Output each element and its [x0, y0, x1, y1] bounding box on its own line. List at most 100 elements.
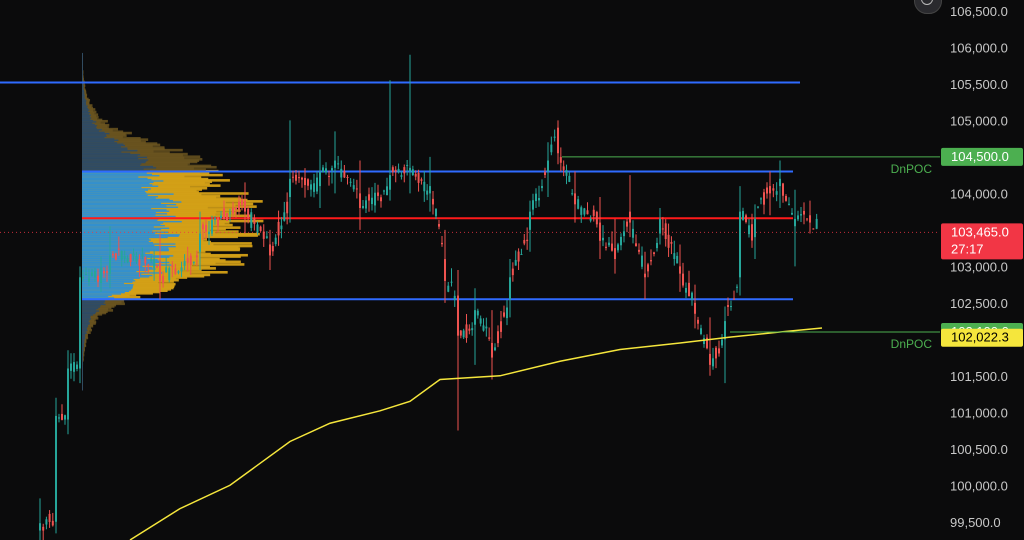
candle-body: [471, 328, 474, 331]
candle-body: [42, 526, 45, 531]
candle-body: [85, 274, 87, 276]
price-tick-label: 104,000.0: [950, 186, 1008, 201]
candle-body: [550, 144, 553, 153]
candle-body: [82, 276, 84, 279]
candle-body: [667, 234, 670, 248]
candle-body: [806, 218, 808, 220]
candle-body: [274, 237, 277, 245]
candle-body: [76, 364, 78, 369]
candle-body: [97, 275, 99, 282]
candle-body: [171, 265, 174, 268]
vwap-polyline: [129, 327, 823, 540]
candle-body: [123, 256, 126, 259]
candle-body: [623, 231, 625, 237]
dnpoc-label: DnPOC: [891, 337, 933, 351]
candle-body: [635, 243, 637, 247]
candle-body: [319, 171, 321, 187]
candle-body: [334, 160, 336, 168]
candle-body: [100, 267, 102, 283]
candle-body: [355, 188, 358, 190]
candle-body: [482, 325, 485, 331]
candle-body: [129, 254, 132, 262]
candle-body: [815, 218, 818, 229]
candle-body: [626, 221, 628, 227]
candle-body: [73, 362, 75, 372]
price-tags: 104,500.0103,465.027:17102,100.0102,022.…: [941, 147, 1023, 347]
candle-body: [313, 183, 315, 192]
price-tick-label: 101,000.0: [950, 405, 1008, 420]
candle-body: [141, 254, 144, 257]
candle-body: [465, 324, 468, 339]
candle-body: [664, 223, 667, 240]
candle-body: [337, 163, 340, 165]
candle-body: [310, 184, 312, 190]
candle-body: [253, 218, 256, 224]
candle-body: [70, 363, 72, 371]
candle-body: [602, 237, 604, 241]
candlestick-chart[interactable]: DnPOC DnPOC 99,500.0 100,000.0 100,500.0 101…: [0, 0, 1024, 540]
candle-body: [586, 210, 589, 215]
candle-body: [538, 198, 540, 201]
candle-body: [568, 175, 571, 182]
candle-body: [269, 244, 271, 256]
candle-body: [153, 258, 156, 269]
candle-body: [295, 174, 297, 181]
candle-body: [307, 179, 309, 186]
candle-body: [147, 264, 150, 267]
candle-body: [247, 208, 250, 218]
candle-body: [565, 170, 568, 176]
candle-body: [406, 164, 409, 166]
candle-body: [162, 275, 165, 284]
candle-body: [289, 178, 291, 198]
candle-body: [438, 224, 440, 227]
candle-body: [803, 210, 805, 215]
candle-body: [441, 242, 443, 245]
candle-body: [61, 413, 63, 420]
candle-body: [45, 519, 48, 525]
candle-body: [745, 215, 747, 223]
candle-body: [700, 328, 702, 334]
vwap-line: [129, 327, 823, 540]
candle-body: [529, 211, 531, 230]
candle-body: [250, 212, 253, 228]
candle-body: [180, 267, 183, 272]
candle-body: [599, 222, 601, 241]
candle-body: [526, 239, 529, 242]
price-tick-label: 99,500.0: [950, 515, 1001, 530]
candle-body: [809, 215, 811, 223]
candle-body: [150, 258, 153, 262]
candle-body: [177, 271, 180, 273]
price-tag-countdown: 27:17: [951, 241, 984, 256]
candle-body: [557, 127, 559, 154]
candle-body: [509, 277, 511, 300]
candle-body: [67, 368, 69, 420]
candle-body: [426, 190, 429, 195]
candle-body: [429, 186, 431, 194]
candle-body: [763, 192, 765, 205]
candle-body: [377, 192, 379, 196]
candles: [39, 54, 818, 540]
candle-body: [788, 203, 790, 205]
candle-body: [488, 337, 491, 339]
candle-body: [514, 259, 517, 266]
candle-body: [114, 253, 117, 260]
candle-body: [362, 205, 364, 209]
candle-body: [559, 157, 562, 163]
price-tick-label: 106,000.0: [950, 40, 1008, 55]
candle-body: [659, 218, 661, 234]
candle-body: [414, 173, 417, 177]
candle-body: [138, 259, 141, 266]
candle-body: [304, 177, 306, 186]
candle-body: [286, 201, 289, 214]
candle-body: [733, 298, 735, 300]
candle-body: [238, 201, 240, 210]
candle-body: [156, 265, 159, 268]
candle-body: [794, 218, 796, 227]
candle-body: [208, 231, 210, 235]
candle-body: [583, 208, 586, 215]
candle-body: [517, 251, 520, 262]
candle-body: [757, 206, 759, 208]
candle-body: [165, 267, 168, 273]
candle-body: [782, 183, 784, 196]
candle-body: [571, 193, 574, 195]
